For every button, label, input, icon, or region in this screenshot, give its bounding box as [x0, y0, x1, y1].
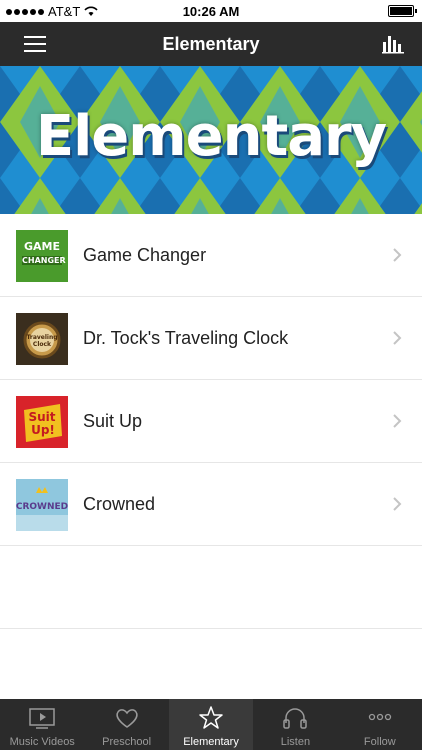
- list-item-empty: [0, 546, 422, 629]
- play-icon: [29, 708, 55, 729]
- thumbnail-suit-up: Suit Up!: [16, 396, 68, 448]
- chevron-right-icon: [393, 497, 402, 511]
- tab-label: Listen: [280, 736, 311, 748]
- svg-text:Clock: Clock: [33, 341, 52, 348]
- series-list: GAME CHANGER Game Changer Traveling Cloc…: [0, 214, 422, 629]
- chevron-right-icon: [393, 414, 402, 428]
- tab-label: Music Videos: [9, 736, 75, 748]
- battery-icon: [388, 5, 417, 17]
- svg-text:Up!: Up!: [31, 423, 55, 437]
- thumbnail-game-changer: GAME CHANGER: [16, 230, 68, 282]
- list-item-game-changer[interactable]: GAME CHANGER Game Changer: [0, 214, 422, 297]
- tab-label: Preschool: [102, 736, 152, 748]
- tab-label: Elementary: [183, 736, 239, 748]
- tab-listen[interactable]: Listen: [253, 699, 337, 750]
- thumbnail-traveling-clock: Traveling Clock: [16, 313, 68, 365]
- tab-label: Follow: [363, 736, 396, 748]
- svg-text:Suit: Suit: [28, 410, 55, 424]
- page-title: Elementary: [162, 34, 260, 54]
- tab-music-videos[interactable]: Music Videos: [0, 699, 84, 750]
- nav-bar: Elementary: [0, 22, 422, 66]
- chevron-right-icon: [393, 248, 402, 262]
- tab-elementary[interactable]: Elementary: [168, 699, 254, 750]
- clock: 10:26 AM: [182, 4, 240, 19]
- list-item-crowned[interactable]: CROWNED Crowned: [0, 463, 422, 546]
- list-item-label: Game Changer: [83, 245, 207, 265]
- svg-text:CROWNED: CROWNED: [16, 502, 68, 512]
- thumbnail-crowned: CROWNED: [16, 479, 68, 531]
- list-item-label: Crowned: [83, 494, 156, 514]
- status-bar: AT&T 10:26 AM: [0, 0, 422, 22]
- tab-follow[interactable]: Follow: [338, 699, 422, 750]
- tab-preschool[interactable]: Preschool: [84, 699, 168, 750]
- heart-icon: [116, 709, 138, 728]
- star-icon: [199, 706, 223, 729]
- list-item-label: Suit Up: [83, 411, 143, 431]
- chevron-right-icon: [393, 331, 402, 345]
- headphones-icon: [283, 708, 308, 729]
- category-banner: Elementary: [0, 66, 422, 214]
- tab-bar: Music Videos Preschool Elementary Listen…: [0, 699, 422, 750]
- list-item-dr-tocks-traveling-clock[interactable]: Traveling Clock Dr. Tock's Traveling Clo…: [0, 297, 422, 380]
- banner-title: Elementary: [35, 104, 387, 169]
- more-icon: [368, 713, 391, 721]
- svg-text:Traveling: Traveling: [26, 334, 57, 341]
- bar-chart-icon[interactable]: [382, 32, 404, 54]
- list-item-label: Dr. Tock's Traveling Clock: [83, 328, 289, 348]
- list-item-suit-up[interactable]: Suit Up! Suit Up: [0, 380, 422, 463]
